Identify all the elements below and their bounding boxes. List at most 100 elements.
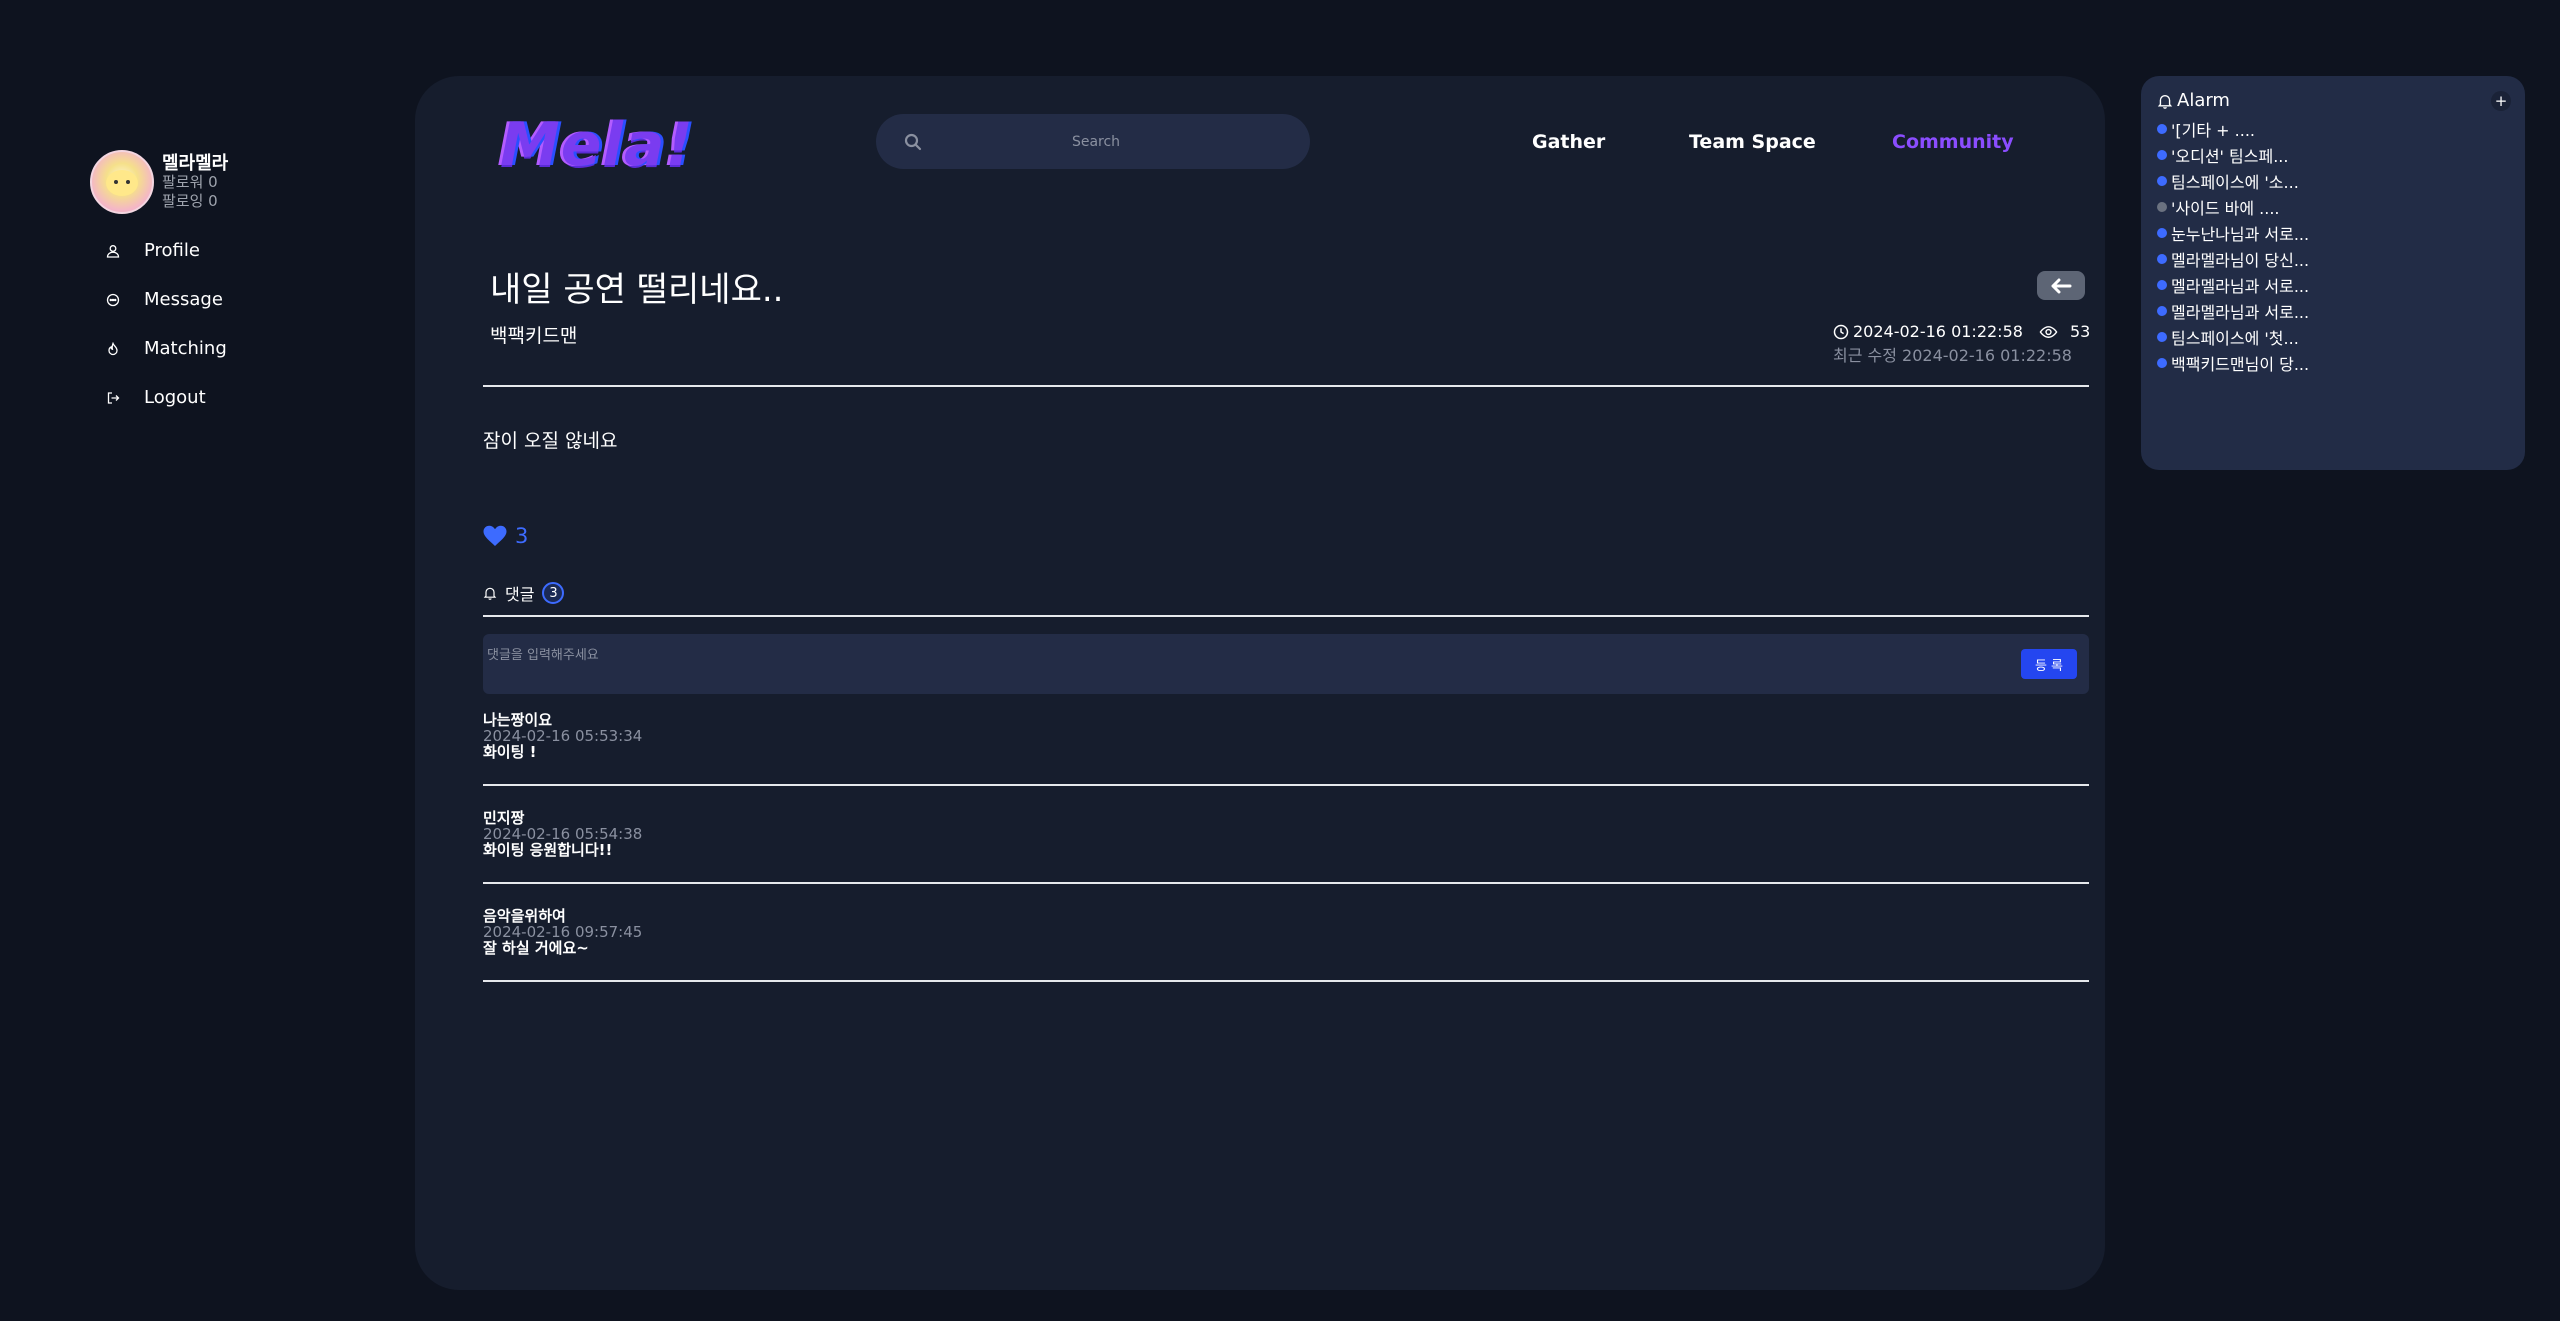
alarm-text: 멜라멜라님과 서로... — [2171, 303, 2310, 322]
user-icon — [106, 244, 120, 258]
followers-count[interactable]: 팔로워 0 — [162, 173, 228, 192]
following-count[interactable]: 팔로잉 0 — [162, 192, 228, 211]
alarm-item[interactable]: '오디션' 팀스페... — [2157, 142, 2309, 168]
main-panel: Mela! Gather Team Space Community 내일 공연 … — [415, 76, 2105, 1290]
search-bar — [876, 114, 1310, 169]
alarm-item[interactable]: '[기타 + .... — [2157, 116, 2309, 142]
unread-dot — [2157, 176, 2167, 186]
search-input[interactable] — [922, 132, 1270, 151]
unread-dot — [2157, 150, 2167, 160]
unread-dot — [2157, 280, 2167, 290]
nav-team-space[interactable]: Team Space — [1689, 131, 1816, 153]
divider — [483, 784, 2089, 786]
like-count: 3 — [515, 524, 529, 548]
post-content: 잠이 오질 않네요 — [483, 430, 618, 452]
alarm-header: Alarm — [2157, 90, 2230, 111]
comment-text: 화이팅 응원합니다!! — [483, 841, 613, 859]
avatar[interactable] — [90, 150, 154, 214]
unread-dot — [2157, 306, 2167, 316]
alarm-item[interactable]: 멜라멜라님과 서로... — [2157, 272, 2309, 298]
fire-icon — [108, 341, 118, 355]
read-dot — [2157, 202, 2167, 212]
logout-icon — [107, 391, 120, 404]
comment-date: 2024-02-16 05:53:34 — [483, 727, 643, 745]
alarm-item[interactable]: 팀스페이스에 '소... — [2157, 168, 2309, 194]
username: 멜라멜라 — [162, 152, 229, 174]
sidebar: 멜라멜라 팔로워 0 팔로잉 0 Profile Message Matchin… — [90, 150, 350, 422]
sidebar-item-profile[interactable]: Profile — [90, 226, 350, 275]
divider — [483, 615, 2089, 617]
alarm-title: Alarm — [2177, 90, 2230, 111]
submit-comment-button[interactable]: 등 록 — [2021, 649, 2077, 679]
alarm-item[interactable]: '사이드 바에 .... — [2157, 194, 2309, 220]
view-count: 53 — [2069, 322, 2091, 341]
comment-date: 2024-02-16 09:57:45 — [483, 923, 643, 941]
alarm-text: 팀스페이스에 '소... — [2171, 173, 2299, 192]
unread-dot — [2157, 228, 2167, 238]
comment-author[interactable]: 민지짱 — [483, 810, 642, 826]
back-button[interactable] — [2037, 271, 2085, 300]
comment-count-badge: 3 — [542, 582, 565, 604]
post-meta: 2024-02-16 01:22:58 53 — [1833, 322, 2090, 341]
alarm-text: '오디션' 팀스페... — [2171, 147, 2289, 166]
sidebar-item-label: Matching — [144, 338, 227, 359]
comment-date: 2024-02-16 05:54:38 — [483, 825, 643, 843]
unread-dot — [2157, 332, 2167, 342]
alarm-add-button[interactable]: + — [2491, 91, 2511, 111]
alarm-text: 멜라멜라님과 서로... — [2171, 277, 2310, 296]
alarm-item[interactable]: 눈누난나님과 서로... — [2157, 220, 2309, 246]
alarm-item[interactable]: 멜라멜라님과 서로... — [2157, 298, 2309, 324]
alarm-text: '[기타 + .... — [2171, 121, 2256, 140]
sidebar-item-label: Message — [144, 289, 223, 310]
comment-author[interactable]: 음악을위하여 — [483, 908, 642, 924]
nav-community[interactable]: Community — [1892, 131, 2014, 153]
alarm-text: 멜라멜라님이 당신... — [2171, 251, 2310, 270]
alarm-item[interactable]: 멜라멜라님이 당신... — [2157, 246, 2309, 272]
post-title: 내일 공연 떨리네요.. — [490, 270, 784, 310]
sidebar-item-label: Profile — [144, 240, 200, 261]
divider — [483, 385, 2089, 387]
comments-header: 댓글 3 — [483, 581, 565, 605]
alarm-text: 눈누난나님과 서로... — [2171, 225, 2310, 244]
heart-icon — [483, 525, 507, 546]
post-date: 2024-02-16 01:22:58 — [1853, 322, 2023, 341]
comment-form: 등 록 — [483, 634, 2089, 694]
clock-icon — [1833, 324, 1849, 339]
comment-item: 나는짱이요 2024-02-16 05:53:34 화이팅 ! — [483, 712, 642, 760]
alarm-text: 팀스페이스에 '첫... — [2171, 329, 2299, 348]
bell-icon — [2157, 94, 2173, 109]
like-button[interactable]: 3 — [483, 524, 528, 548]
eye-icon — [2039, 325, 2058, 338]
comments-label: 댓글 — [505, 585, 535, 604]
comment-item: 민지짱 2024-02-16 05:54:38 화이팅 응원합니다!! — [483, 810, 642, 858]
divider — [483, 980, 2089, 982]
bell-icon — [483, 587, 497, 600]
message-icon — [106, 293, 120, 306]
sidebar-item-matching[interactable]: Matching — [90, 324, 350, 373]
sidebar-item-label: Logout — [144, 387, 206, 408]
post-author[interactable]: 백팩키드맨 — [490, 321, 577, 348]
unread-dot — [2157, 124, 2167, 134]
sidebar-menu: Profile Message Matching Logout — [90, 226, 350, 422]
logo[interactable]: Mela! — [500, 110, 694, 180]
arrow-left-icon — [2051, 278, 2072, 293]
post-edited-date: 최근 수정 2024-02-16 01:22:58 — [1833, 346, 2072, 365]
sidebar-item-logout[interactable]: Logout — [90, 373, 350, 422]
nav-gather[interactable]: Gather — [1532, 131, 1605, 153]
alarm-list: '[기타 + .... '오디션' 팀스페... 팀스페이스에 '소... '사… — [2157, 116, 2309, 376]
divider — [483, 882, 2089, 884]
comment-item: 음악을위하여 2024-02-16 09:57:45 잘 하실 거에요~ — [483, 908, 642, 956]
alarm-panel: Alarm + '[기타 + .... '오디션' 팀스페... 팀스페이스에 … — [2141, 76, 2525, 470]
search-icon[interactable] — [904, 133, 922, 151]
alarm-text: 백팩키드맨님이 당... — [2171, 355, 2310, 374]
comment-text: 잘 하실 거에요~ — [483, 939, 589, 957]
comment-text: 화이팅 ! — [483, 743, 537, 761]
profile-summary: 멜라멜라 팔로워 0 팔로잉 0 — [90, 150, 350, 214]
comment-author[interactable]: 나는짱이요 — [483, 712, 642, 728]
unread-dot — [2157, 358, 2167, 368]
comment-input[interactable] — [485, 642, 1969, 690]
alarm-item[interactable]: 백팩키드맨님이 당... — [2157, 350, 2309, 376]
alarm-item[interactable]: 팀스페이스에 '첫... — [2157, 324, 2309, 350]
unread-dot — [2157, 254, 2167, 264]
sidebar-item-message[interactable]: Message — [90, 275, 350, 324]
